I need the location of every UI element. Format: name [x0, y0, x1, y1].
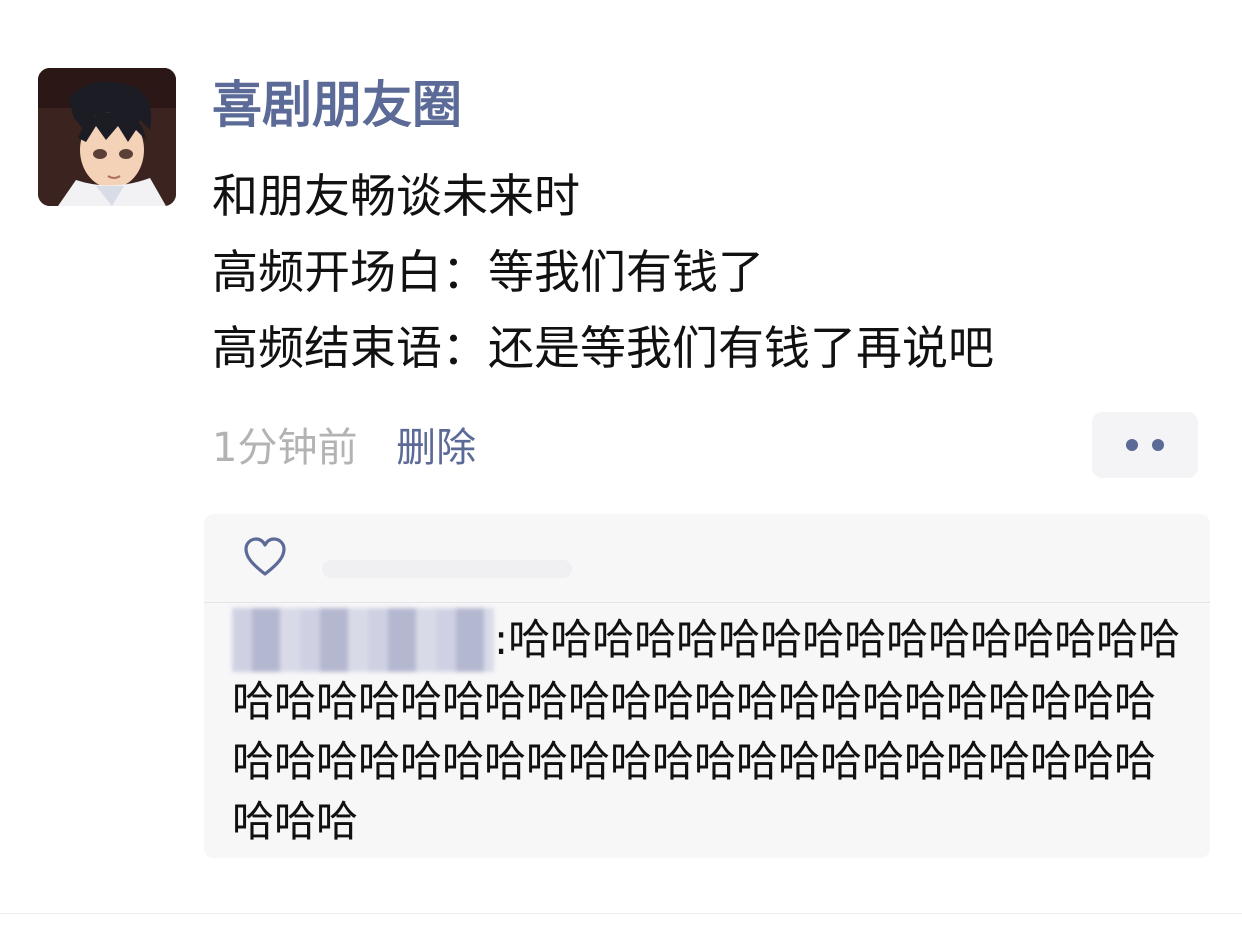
timestamp: 1分钟前 [212, 425, 358, 471]
heart-outline-icon[interactable] [242, 536, 288, 578]
avatar-illustration [38, 68, 176, 206]
post-line: 高频结束语：还是等我们有钱了再说吧 [212, 321, 994, 375]
post-text: 和朋友畅谈未来时 高频开场白：等我们有钱了 高频结束语：还是等我们有钱了再说吧 [212, 158, 1222, 386]
delete-link[interactable]: 删除 [396, 425, 476, 471]
post-line: 和朋友畅谈未来时 [212, 169, 580, 223]
post-meta: 1分钟前 删除 [212, 420, 476, 476]
comment-box: :哈哈哈哈哈哈哈哈哈哈哈哈哈哈哈哈哈哈哈哈哈哈哈哈哈哈哈哈哈哈哈哈哈哈哈哈哈哈哈… [204, 514, 1210, 858]
avatar[interactable] [38, 68, 176, 206]
divider [0, 913, 1242, 914]
moment-post: 喜剧朋友圈 和朋友畅谈未来时 高频开场白：等我们有钱了 高频结束语：还是等我们有… [0, 0, 1242, 925]
dot-icon [1126, 439, 1138, 451]
comment-separator: : [494, 615, 509, 664]
author-name[interactable]: 喜剧朋友圈 [212, 74, 462, 136]
commenter-name-blurred[interactable] [232, 608, 494, 672]
post-line: 高频开场白：等我们有钱了 [212, 245, 764, 299]
more-actions-button[interactable] [1092, 412, 1198, 478]
likers-list [322, 560, 572, 578]
dot-icon [1152, 439, 1164, 451]
likes-row [204, 514, 1210, 603]
comment[interactable]: :哈哈哈哈哈哈哈哈哈哈哈哈哈哈哈哈哈哈哈哈哈哈哈哈哈哈哈哈哈哈哈哈哈哈哈哈哈哈哈… [232, 608, 1192, 852]
